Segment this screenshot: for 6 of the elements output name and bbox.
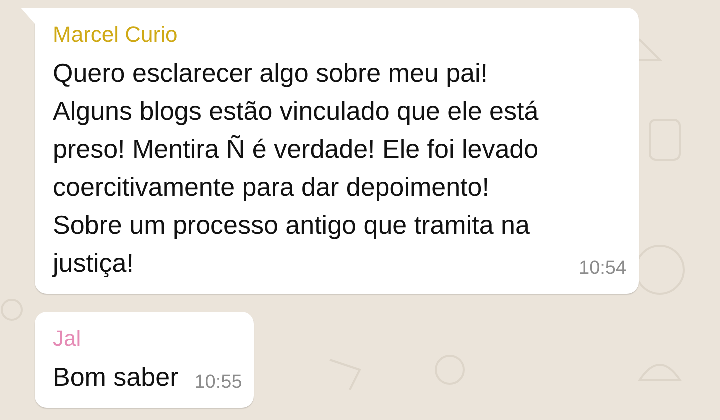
message-text: Quero esclarecer algo sobre meu pai! Alguns blogs estão vinculado que ele está preso! Mentira Ñ é verdade! Ele foi levado coercitivamente para dar depoimento! Sobre um processo antigo que tramita na justiça! [53,57,540,280]
message-time: 10:55 [194,372,242,394]
sender-name: Jal [53,325,82,353]
sender-name: Marcel Curio [53,21,179,49]
message-text: Bom saber [53,361,179,394]
message-time: 10:54 [579,258,627,280]
